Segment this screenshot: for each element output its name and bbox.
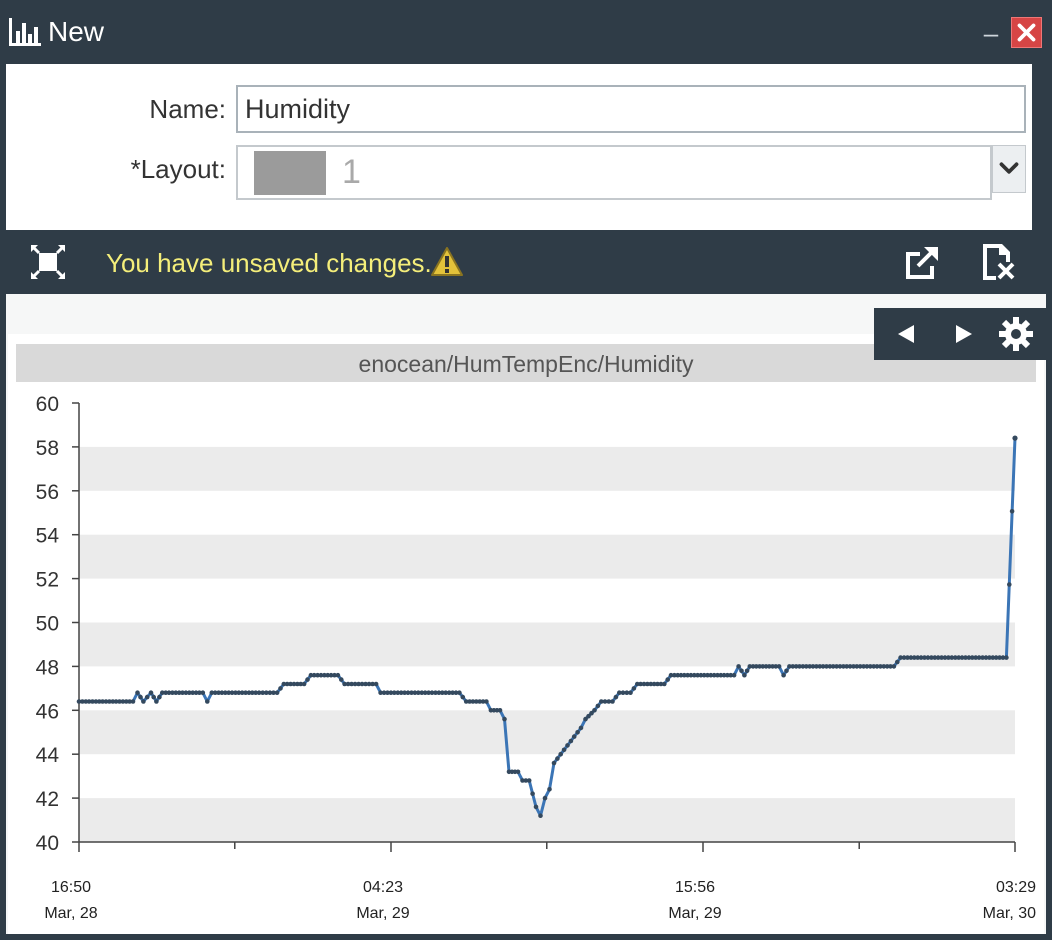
name-input[interactable] (236, 85, 1026, 133)
warning-icon (431, 247, 463, 276)
chart-nav-bar (874, 308, 1048, 360)
properties-form: Name: *Layout: 1 (6, 64, 1032, 230)
close-icon[interactable] (1011, 17, 1042, 48)
discard-icon[interactable] (978, 242, 1016, 282)
layout-select[interactable]: 1 (236, 145, 992, 200)
name-label: Name: (149, 94, 226, 124)
layout-swatch (254, 151, 326, 195)
expand-icon[interactable] (30, 244, 66, 280)
chart-panel (8, 334, 1044, 934)
prev-icon[interactable] (892, 320, 922, 348)
layout-value: 1 (342, 153, 361, 191)
chevron-down-icon[interactable] (992, 145, 1026, 193)
title-bar: New – (0, 0, 1052, 64)
editor-toolbar: You have unsaved changes. (0, 230, 1052, 294)
unsaved-changes-message: You have unsaved changes. (106, 248, 432, 278)
minimize-button[interactable]: – (980, 20, 1002, 46)
next-icon[interactable] (948, 320, 978, 348)
export-icon[interactable] (902, 244, 940, 280)
window-title: New (48, 16, 105, 47)
layout-label: *Layout: (130, 154, 226, 184)
gear-icon[interactable] (998, 316, 1034, 352)
chart-icon (9, 18, 41, 46)
